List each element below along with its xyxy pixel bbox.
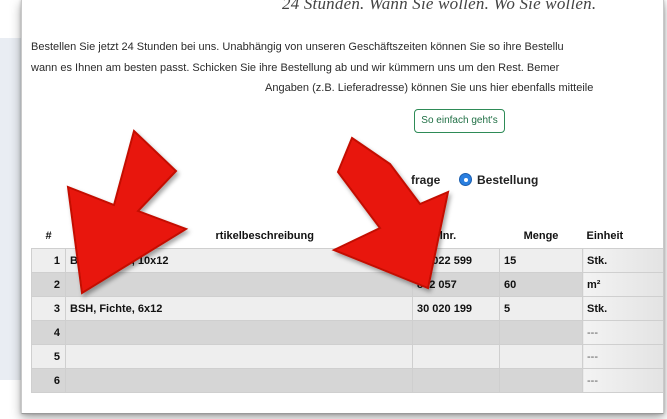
quantity-field[interactable]	[499, 344, 583, 369]
article-number-field[interactable]: 30 022 599	[412, 248, 500, 273]
column-header-quantity: Menge	[499, 224, 583, 249]
quantity-field[interactable]: 5	[499, 296, 583, 321]
description-field[interactable]	[65, 368, 413, 393]
unit-select[interactable]: m²	[582, 272, 663, 297]
unit-select[interactable]: Stk.	[582, 248, 663, 273]
table-row: 1 BSH, Fichte, 10x12 30 022 599 15 Stk.	[31, 248, 663, 273]
table-row: 2 802 057 60 m²	[31, 272, 663, 297]
unit-select[interactable]: ---	[582, 344, 663, 369]
quantity-field[interactable]	[499, 368, 583, 393]
table-row: 6 ---	[31, 368, 663, 393]
order-items-table: # rtikelbeschreibung rtikelnr. Menge Ein…	[31, 224, 663, 393]
how-it-works-button[interactable]: So einfach geht's	[414, 109, 505, 133]
intro-text-line-1: Bestellen Sie jetzt 24 Stunden bei uns. …	[31, 41, 564, 53]
table-header-row: # rtikelbeschreibung rtikelnr. Menge Ein…	[31, 224, 663, 249]
column-header-description: rtikelbeschreibung	[65, 224, 413, 249]
description-field[interactable]	[65, 272, 413, 297]
row-number: 2	[31, 272, 66, 297]
row-number: 5	[31, 344, 66, 369]
quantity-field[interactable]: 60	[499, 272, 583, 297]
intro-text-line-3: Angaben (z.B. Lieferadresse) können Sie …	[265, 82, 594, 94]
row-number: 1	[31, 248, 66, 273]
column-header-article-number: rtikelnr.	[412, 224, 500, 249]
radio-label-bestellung[interactable]: Bestellung	[477, 173, 538, 187]
column-header-unit: Einheit	[582, 224, 663, 249]
description-field[interactable]: BSH, Fichte, 6x12	[65, 296, 413, 321]
column-header-number: #	[31, 224, 66, 249]
radio-label-anfrage[interactable]: frage	[411, 173, 440, 187]
radio-bestellung-selected-icon[interactable]	[459, 173, 472, 186]
article-number-field[interactable]	[412, 368, 500, 393]
quantity-field[interactable]: 15	[499, 248, 583, 273]
description-field[interactable]	[65, 344, 413, 369]
unit-select[interactable]: ---	[582, 320, 663, 345]
intro-text-line-2: wann es Ihnen am besten passt. Schicken …	[31, 62, 560, 74]
description-field[interactable]: BSH, Fichte, 10x12	[65, 248, 413, 273]
order-form-card: 24 Stunden. Wann Sie wollen. Wo Sie woll…	[21, 0, 664, 414]
unit-select[interactable]: Stk.	[582, 296, 663, 321]
article-number-field[interactable]	[412, 344, 500, 369]
row-number: 4	[31, 320, 66, 345]
page-headline: 24 Stunden. Wann Sie wollen. Wo Sie woll…	[282, 0, 597, 13]
table-row: 5 ---	[31, 344, 663, 369]
unit-select[interactable]: ---	[582, 368, 663, 393]
article-number-field[interactable]: 802 057	[412, 272, 500, 297]
article-number-field[interactable]	[412, 320, 500, 345]
quantity-field[interactable]	[499, 320, 583, 345]
article-number-field[interactable]: 30 020 199	[412, 296, 500, 321]
table-row: 4 ---	[31, 320, 663, 345]
row-number: 3	[31, 296, 66, 321]
table-row: 3 BSH, Fichte, 6x12 30 020 199 5 Stk.	[31, 296, 663, 321]
description-field[interactable]	[65, 320, 413, 345]
row-number: 6	[31, 368, 66, 393]
